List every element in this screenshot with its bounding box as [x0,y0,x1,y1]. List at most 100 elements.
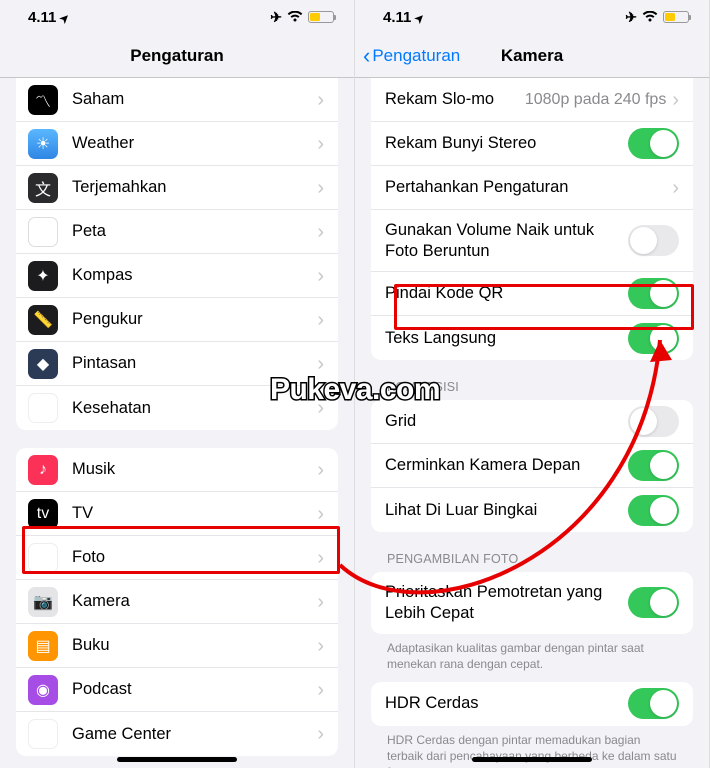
settings-row-teks-langsung[interactable]: Teks Langsung [371,316,693,360]
pintasan-icon: ◆ [28,349,58,379]
toggle-prioritaskan[interactable] [628,587,679,618]
row-label: Terjemahkan [72,178,317,197]
settings-row-kamera[interactable]: 📷Kamera› [16,580,338,624]
chevron-right-icon: › [317,460,324,480]
terjemahkan-icon: 文 [28,173,58,203]
settings-row-gunakan-volume[interactable]: Gunakan Volume Naik untuk Foto Beruntun [371,210,693,272]
page-title: Kamera [501,46,563,66]
section-header-pengambilan: PENGAMBILAN FOTO [387,552,677,566]
row-label: Musik [72,460,317,479]
status-bar: 4.11 [0,0,354,34]
chevron-right-icon: › [317,724,324,744]
gamecenter-icon: ● [28,719,58,749]
toggle-teks-langsung[interactable] [628,323,679,354]
chevron-right-icon: › [317,548,324,568]
pengukur-icon: 📏 [28,305,58,335]
settings-row-buku[interactable]: ▤Buku› [16,624,338,668]
toggle-gunakan-volume[interactable] [628,225,679,256]
row-label: Buku [72,636,317,655]
row-label: Grid [385,412,628,431]
kesehatan-icon: ❤ [28,393,58,423]
airplane-mode-icon [625,9,637,26]
saham-icon: 〽 [28,85,58,115]
settings-row-kompas[interactable]: ✦ Kompas› [16,254,338,298]
row-label: Kompas [72,266,317,285]
settings-row-rekam-slomo[interactable]: Rekam Slo-mo1080p pada 240 fps› [371,78,693,122]
peta-icon: 🗺 [28,217,58,247]
row-label: Peta [72,222,317,241]
section-footer-hdr: HDR Cerdas dengan pintar memadukan bagia… [387,732,677,768]
toggle-grid[interactable] [628,406,679,437]
wifi-icon [287,11,303,23]
settings-row-rekam-bunyi-stereo[interactable]: Rekam Bunyi Stereo [371,122,693,166]
home-indicator[interactable] [472,757,592,762]
status-time: 4.11 [28,9,56,26]
settings-row-pindai-qr[interactable]: Pindai Kode QR [371,272,693,316]
location-icon [60,9,69,26]
settings-row-pintasan[interactable]: ◆Pintasan› [16,342,338,386]
settings-row-peta[interactable]: 🗺Peta› [16,210,338,254]
group-apps-2: ♪Musik›tvTV›✿Foto›📷Kamera›▤Buku›◉Podcast… [16,448,338,756]
kompas-icon: ✦ [28,261,58,291]
row-label: Rekam Slo-mo [385,90,525,109]
settings-row-hdr-cerdas[interactable]: HDR Cerdas [371,682,693,726]
settings-row-tv[interactable]: tvTV› [16,492,338,536]
row-label: HDR Cerdas [385,694,628,713]
group-komposisi: Grid Cerminkan Kamera Depan Lihat Di Luar … [371,400,693,532]
row-label: Teks Langsung [385,329,628,348]
row-label: Rekam Bunyi Stereo [385,134,628,153]
chevron-right-icon: › [317,178,324,198]
chevron-right-icon: › [317,90,324,110]
settings-list[interactable]: 〽Saham›☀Weather›文Terjemahkan›🗺Peta›✦Komp… [0,78,354,768]
row-label: Pertahankan Pengaturan [385,178,672,197]
group-apps-1: 〽Saham›☀Weather›文Terjemahkan›🗺Peta›✦Komp… [16,78,338,430]
back-button[interactable]: ‹ Pengaturan [363,45,460,67]
group-hdr: HDR Cerdas [371,682,693,726]
chevron-right-icon: › [317,592,324,612]
settings-row-pertahankan-pengaturan[interactable]: Pertahankan Pengaturan› [371,166,693,210]
camera-settings: 4.11 ‹ Pengaturan Kamera Rekam Slo-mo108… [355,0,710,768]
chevron-right-icon: › [317,266,324,286]
row-label: Pindai Kode QR [385,284,628,303]
group-main: Rekam Slo-mo1080p pada 240 fps› Rekam Bun… [371,78,693,360]
row-label: Game Center [72,725,317,744]
settings-row-terjemahkan[interactable]: 文 Terjemahkan› [16,166,338,210]
row-label: Lihat Di Luar Bingkai [385,501,628,520]
settings-row-musik[interactable]: ♪Musik› [16,448,338,492]
settings-row-lihat-luar-bingkai[interactable]: Lihat Di Luar Bingkai [371,488,693,532]
battery-icon [663,11,689,23]
settings-row-pengukur[interactable]: 📏Pengukur› [16,298,338,342]
home-indicator[interactable] [117,757,237,762]
toggle-pindai-qr[interactable] [628,278,679,309]
chevron-right-icon: › [317,310,324,330]
settings-row-gamecenter[interactable]: ● Game Center› [16,712,338,756]
chevron-right-icon: › [317,504,324,524]
toggle-hdr-cerdas[interactable] [628,688,679,719]
toggle-rekam-bunyi-stereo[interactable] [628,128,679,159]
settings-row-cerminkan[interactable]: Cerminkan Kamera Depan [371,444,693,488]
settings-row-kesehatan[interactable]: ❤Kesehatan› [16,386,338,430]
toggle-lihat-luar-bingkai[interactable] [628,495,679,526]
settings-row-podcast[interactable]: ◉Podcast› [16,668,338,712]
camera-settings-list[interactable]: Rekam Slo-mo1080p pada 240 fps› Rekam Bun… [355,78,709,768]
row-label: Foto [72,548,317,567]
chevron-right-icon: › [317,398,324,418]
section-header-komposisi: KOMPOSISI [387,380,677,394]
row-label: Kamera [72,592,317,611]
tv-icon: tv [28,499,58,529]
settings-row-weather[interactable]: ☀Weather› [16,122,338,166]
toggle-cerminkan[interactable] [628,450,679,481]
nav-header: Pengaturan [0,34,354,78]
settings-row-foto[interactable]: ✿Foto› [16,536,338,580]
battery-icon [308,11,334,23]
settings-row-grid[interactable]: Grid [371,400,693,444]
chevron-right-icon: › [317,680,324,700]
group-pengambilan: Prioritaskan Pemotretan yang Lebih Cepat [371,572,693,633]
page-title: Pengaturan [130,46,224,66]
row-label: Saham [72,90,317,109]
chevron-right-icon: › [672,178,679,198]
chevron-right-icon: › [672,90,679,110]
settings-row-saham[interactable]: 〽 Saham› [16,78,338,122]
wifi-icon [642,11,658,23]
settings-row-prioritaskan[interactable]: Prioritaskan Pemotretan yang Lebih Cepat [371,572,693,633]
